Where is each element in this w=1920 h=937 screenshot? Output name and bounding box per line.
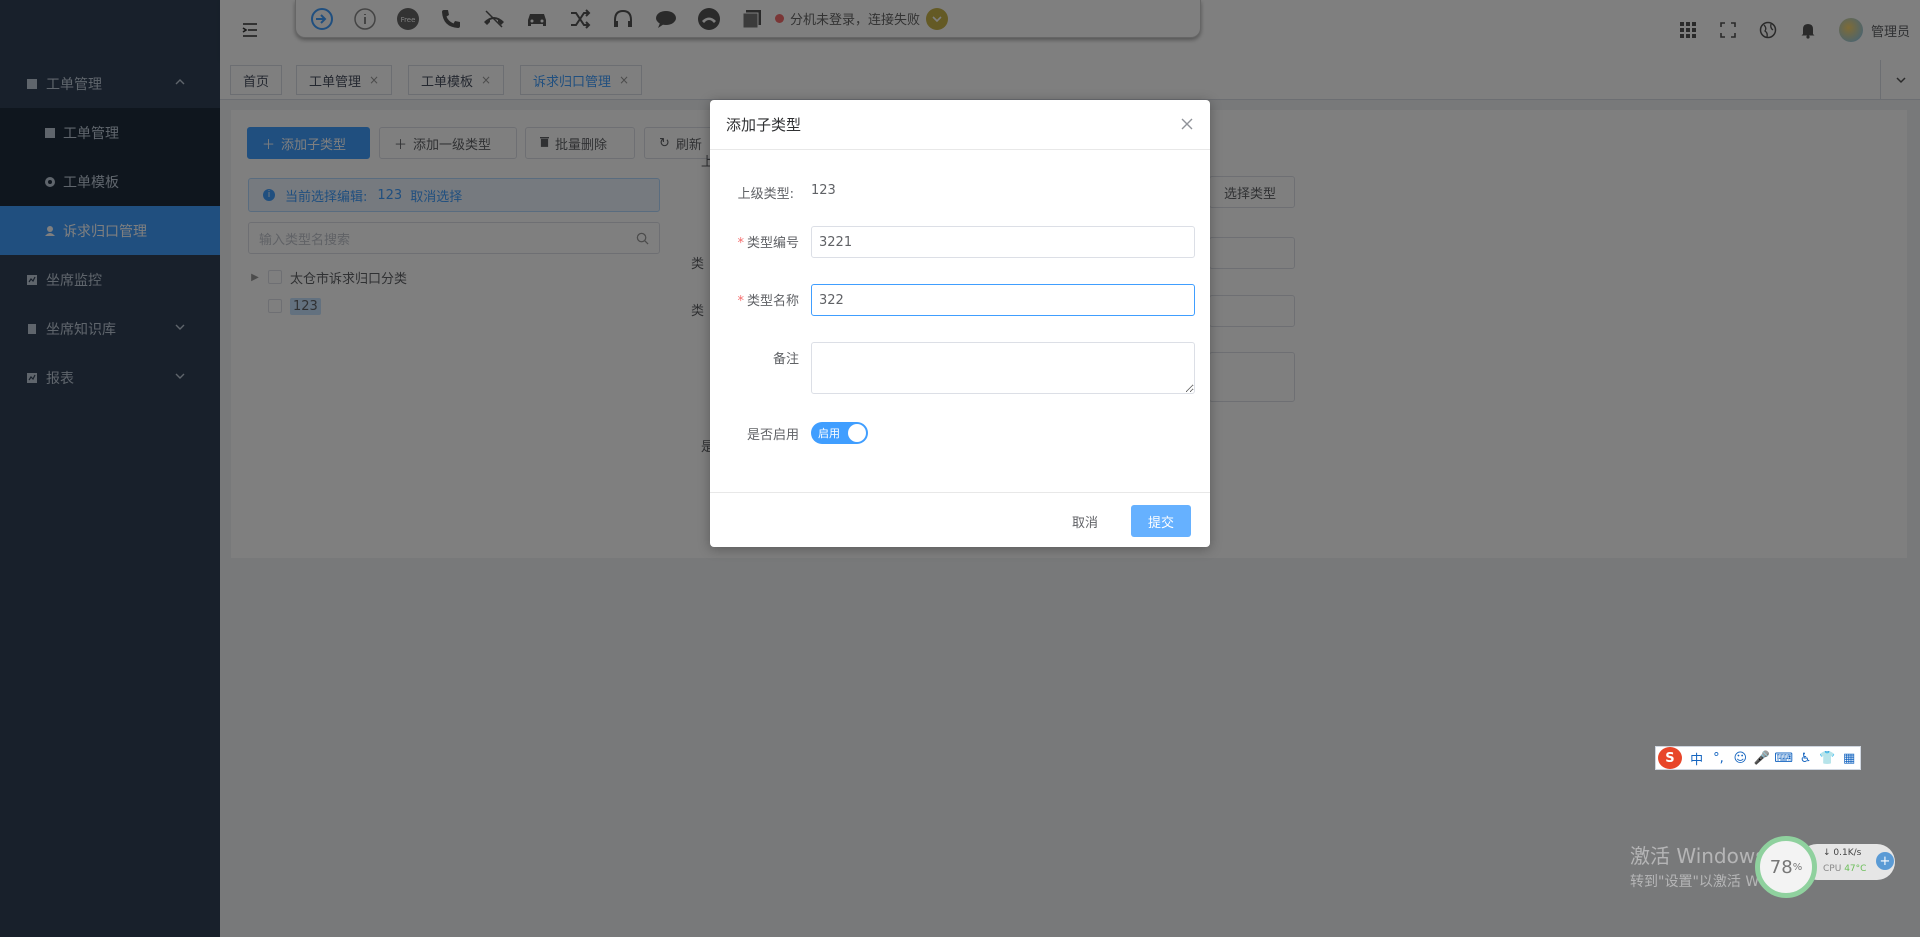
remark-textarea[interactable] [811,342,1195,394]
speed-value: 0.1K/s [1833,848,1862,858]
type-name-input[interactable] [811,284,1195,316]
usage-ring: 78% [1755,836,1817,898]
enabled-switch[interactable]: 启用 [811,422,868,444]
close-icon[interactable] [1180,117,1194,131]
ime-toolbar: S 中 °, ☺ 🎤 ⌨ ♿ 👕 ▦ [1655,746,1861,770]
emoji-icon[interactable]: ☺ [1729,751,1751,766]
parent-type-value: 123 [811,183,836,198]
ime-chinese-mode[interactable]: 中 [1686,749,1708,768]
grid-icon[interactable]: ▦ [1838,751,1860,766]
switch-knob [848,424,866,442]
required-mark: * [737,294,744,309]
usage-unit: % [1792,861,1803,873]
dialog-title: 添加子类型 [726,116,802,134]
ime-punctuation[interactable]: °, [1708,751,1730,766]
sogou-logo-icon[interactable]: S [1658,747,1682,769]
cpu-temp-value: 47°C [1844,864,1867,874]
cancel-button[interactable]: 取消 [1060,505,1110,537]
system-monitor-widget[interactable]: 78% ↓ 0.1K/s CPU 47°C + [1755,836,1901,898]
switch-text: 启用 [818,427,840,440]
cpu-label: CPU [1823,864,1842,874]
remark-label: 备注 [772,352,799,367]
mic-icon[interactable]: 🎤 [1751,751,1773,766]
dialog-body: 上级类型: 123 *类型编号 *类型名称 备注 是否启用 启用 [710,150,1210,492]
dialog-footer: 取消 提交 [710,492,1210,547]
dialog-header: 添加子类型 [710,100,1210,150]
keyboard-icon[interactable]: ⌨ [1773,751,1795,766]
skin-icon[interactable]: 👕 [1816,751,1838,766]
cpu-temp: CPU 47°C [1823,864,1866,874]
submit-button[interactable]: 提交 [1131,505,1191,537]
type-code-label-text: 类型编号 [746,236,799,251]
type-code-input[interactable] [811,226,1195,258]
type-code-label: * 类型编号 [710,232,799,251]
parent-type-label: 上级类型: [737,187,794,202]
windows-activation-watermark: 激活 Windows 转到"设置"以激活 W [1630,840,1766,891]
type-name-label: * 类型名称 [710,290,799,309]
network-speed: ↓ 0.1K/s [1823,848,1862,858]
accessibility-icon[interactable]: ♿ [1795,751,1817,766]
usage-percent: 78 [1769,856,1793,878]
add-child-type-dialog: 添加子类型 上级类型: 123 *类型编号 *类型名称 备注 是否启用 启用 取… [710,100,1210,547]
enabled-label: 是否启用 [746,428,799,443]
watermark-line1: 激活 Windows [1630,844,1766,868]
type-name-label-text: 类型名称 [746,294,799,309]
required-mark: * [737,236,744,251]
plus-icon[interactable]: + [1876,852,1894,870]
watermark-line2: 转到"设置"以激活 W [1630,874,1760,890]
